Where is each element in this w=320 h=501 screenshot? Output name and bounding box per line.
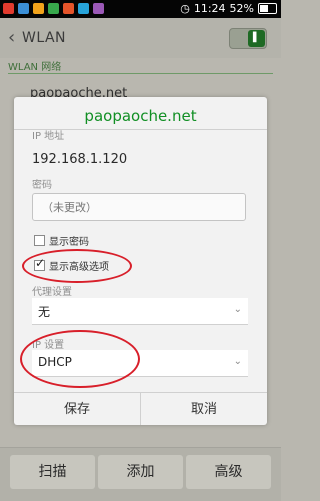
clock: 11:24 xyxy=(193,2,226,15)
password-input[interactable] xyxy=(32,193,246,221)
save-button[interactable]: 保存 xyxy=(14,393,140,425)
app-header: ‹ WLAN ▌ xyxy=(0,18,281,58)
app-icon xyxy=(3,3,14,14)
toggle-knob: ▌ xyxy=(248,30,265,47)
dialog-divider xyxy=(14,129,267,130)
notification-icons xyxy=(3,3,104,14)
advanced-button[interactable]: 高级 xyxy=(186,455,271,489)
checkbox-box[interactable] xyxy=(34,235,45,246)
wifi-dialog: IP 地址 paopaoche.net 192.168.1.120 密码 显示密… xyxy=(14,97,267,425)
highlight-circle xyxy=(22,249,132,283)
cancel-button[interactable]: 取消 xyxy=(141,393,267,425)
chevron-down-icon: ⌄ xyxy=(233,304,242,315)
app-icon xyxy=(18,3,29,14)
app-icon xyxy=(48,3,59,14)
proxy-label: 代理设置 xyxy=(32,287,72,298)
proxy-value: 无 xyxy=(38,305,51,319)
app-icon xyxy=(33,3,44,14)
app-icon xyxy=(78,3,89,14)
battery-icon xyxy=(258,3,277,14)
page-title: WLAN xyxy=(22,30,67,46)
status-bar: ◷ 11:24 52% xyxy=(0,0,281,18)
watermark: paopaoche.net xyxy=(84,107,197,125)
app-icon xyxy=(63,3,74,14)
app-icon xyxy=(93,3,104,14)
section-label: WLAN 网络 xyxy=(8,62,62,73)
bottom-action-bar: 扫描 添加 高级 xyxy=(0,447,281,501)
password-label: 密码 xyxy=(32,180,52,191)
highlight-circle xyxy=(20,330,140,388)
back-icon[interactable]: ‹ xyxy=(8,27,15,48)
add-button[interactable]: 添加 xyxy=(98,455,183,489)
battery-percent: 52% xyxy=(229,2,254,15)
chevron-down-icon: ⌄ xyxy=(233,356,242,367)
alarm-icon: ◷ xyxy=(180,2,190,15)
show-password-checkbox[interactable]: 显示密码 xyxy=(34,233,89,248)
scan-button[interactable]: 扫描 xyxy=(10,455,95,489)
dialog-buttons: 保存 取消 xyxy=(14,392,267,425)
ip-address-value: 192.168.1.120 xyxy=(32,152,128,167)
section-divider xyxy=(8,73,273,74)
proxy-select[interactable]: 无 ⌄ xyxy=(32,298,248,325)
wlan-toggle[interactable]: ▌ xyxy=(229,28,267,49)
show-password-label: 显示密码 xyxy=(49,237,89,248)
